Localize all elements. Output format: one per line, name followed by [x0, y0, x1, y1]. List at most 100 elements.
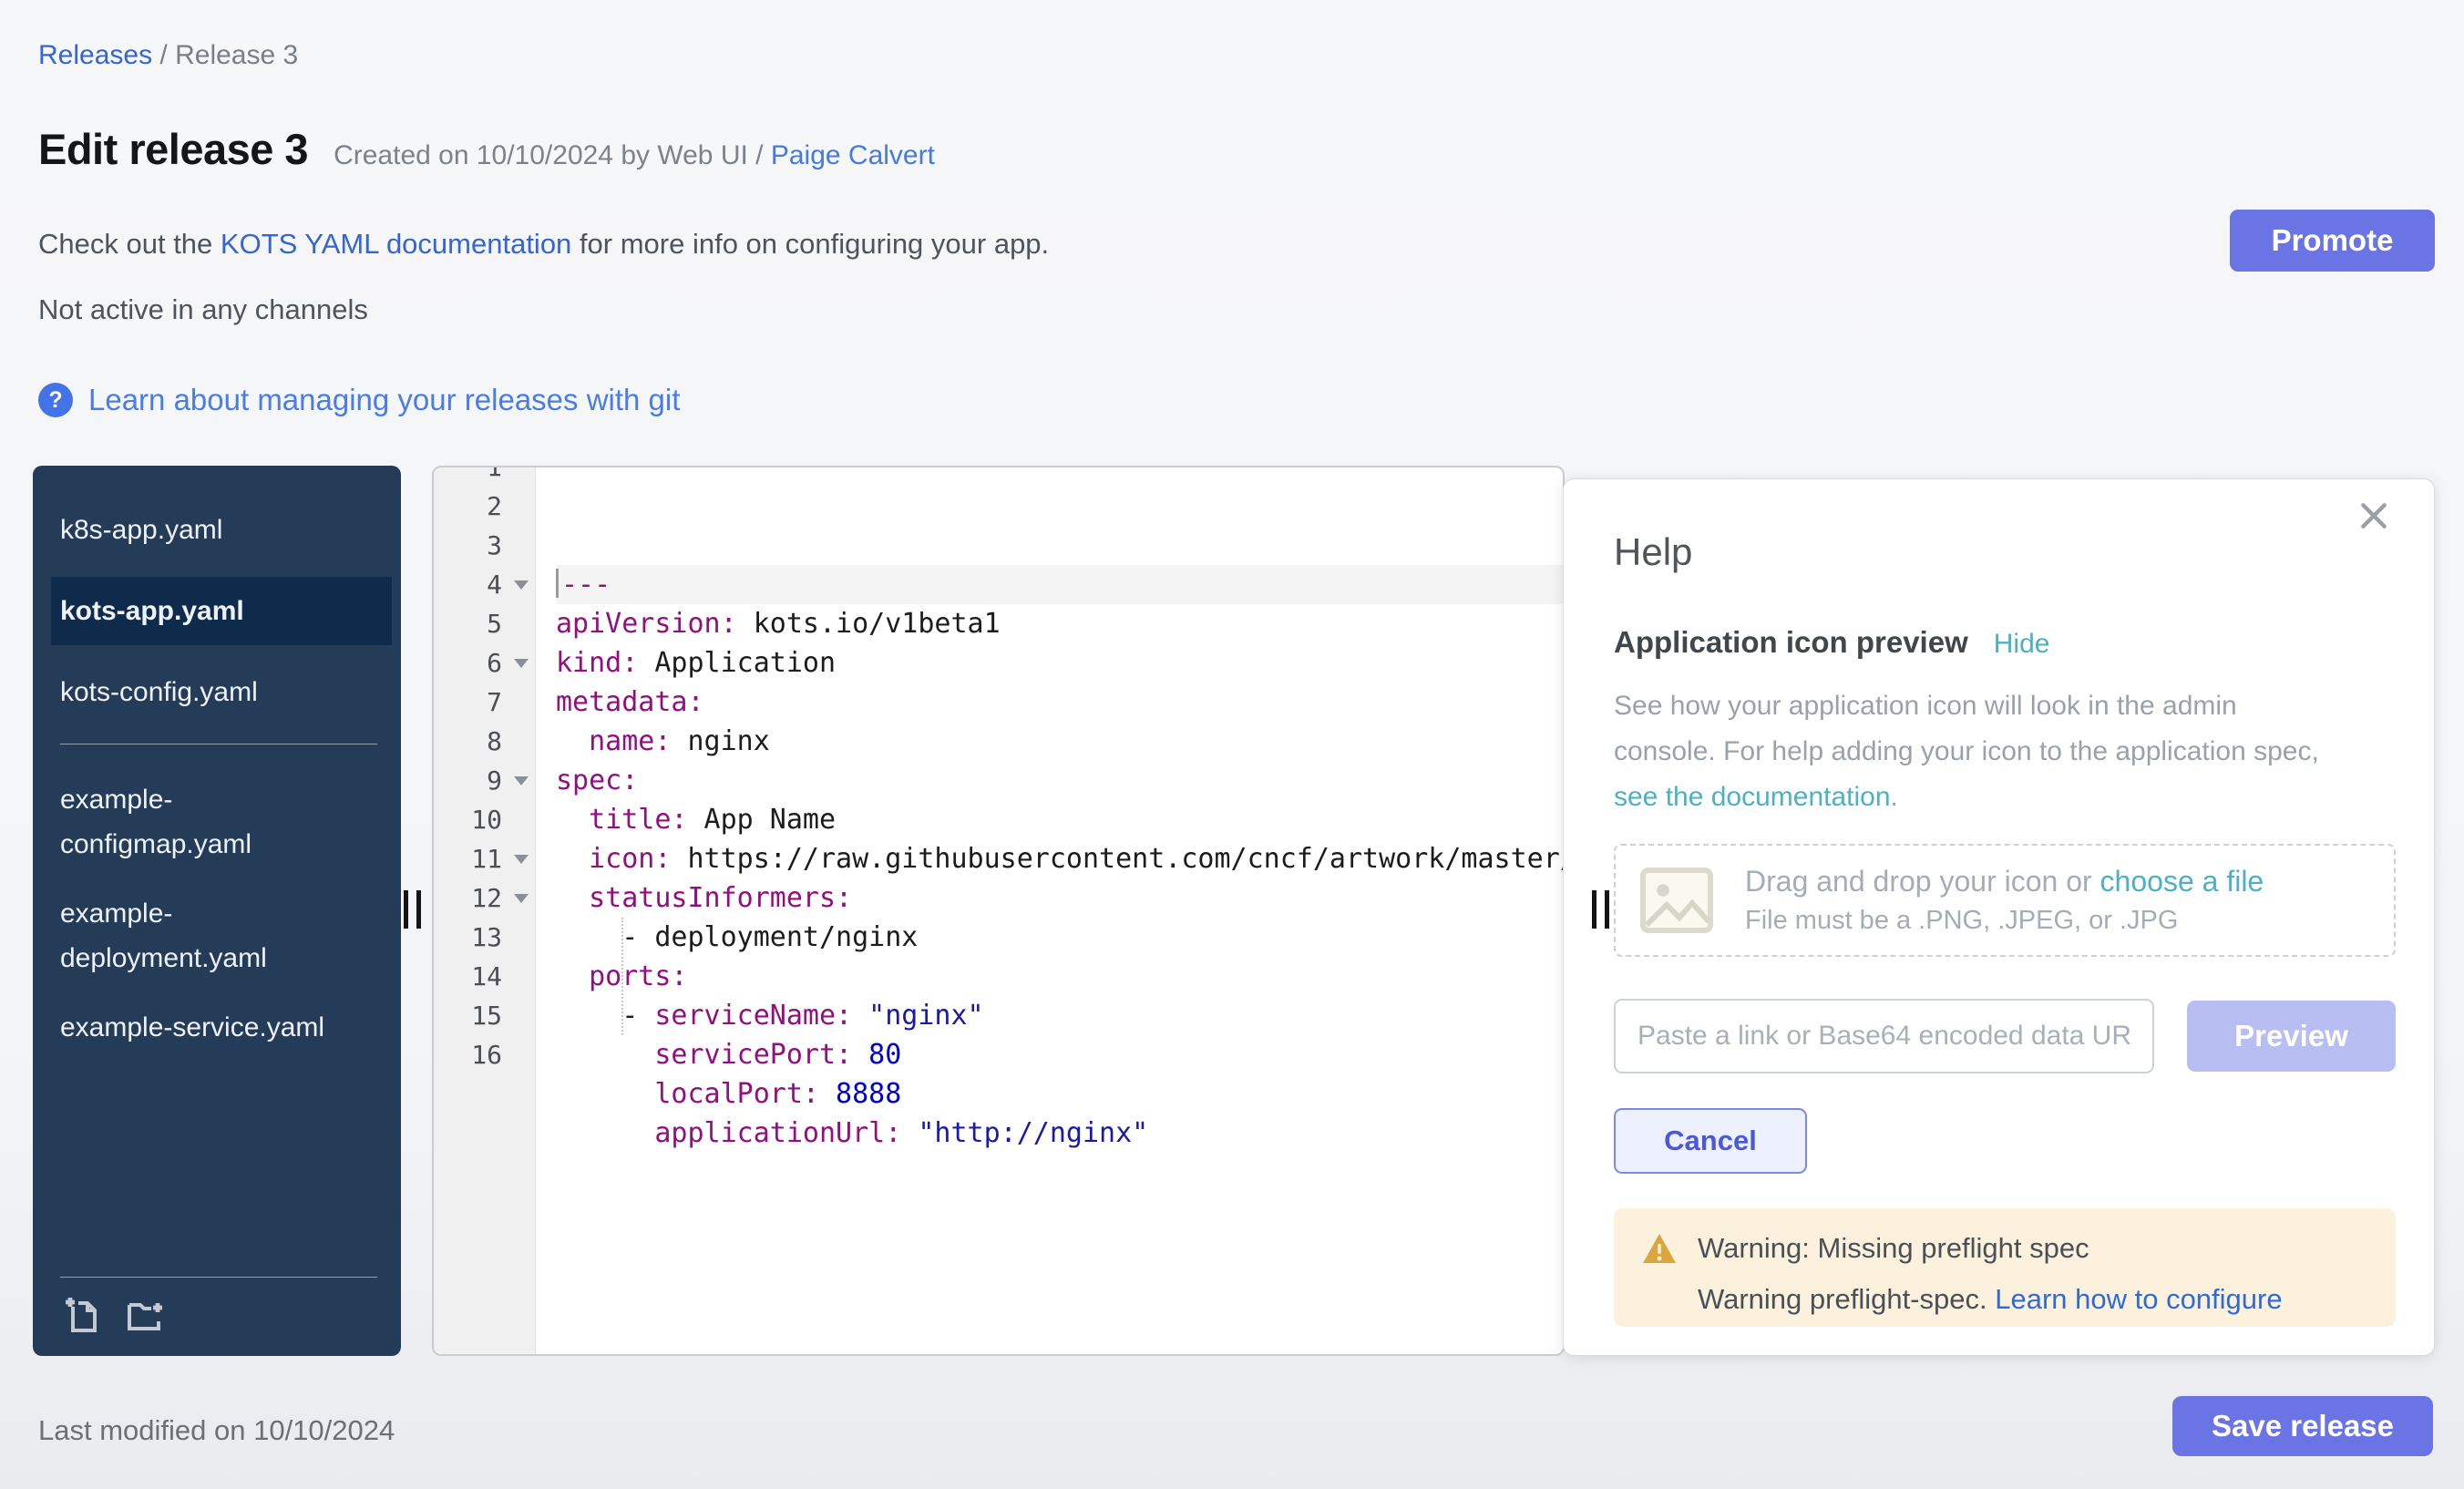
kots-docs-link[interactable]: KOTS YAML documentation — [221, 228, 571, 260]
breadcrumb-current: Release 3 — [175, 40, 298, 70]
fold-arrow-icon[interactable] — [514, 776, 529, 786]
pane-resize-handle-right[interactable] — [1592, 890, 1609, 929]
created-author-link[interactable]: Paige Calvert — [771, 140, 935, 170]
preview-button[interactable]: Preview — [2187, 1001, 2396, 1072]
last-modified: Last modified on 10/10/2024 — [38, 1414, 395, 1447]
docs-line: Check out the KOTS YAML documentation fo… — [38, 228, 1049, 261]
gutter-row: 16 — [434, 1035, 535, 1074]
code-line: metadata: — [556, 683, 1563, 722]
save-release-button[interactable]: Save release — [2172, 1396, 2433, 1456]
file-item[interactable]: k8s-app.yaml — [60, 508, 352, 552]
configure-link[interactable]: Learn how to configure — [1995, 1283, 2282, 1315]
page-title: Edit release 3 — [38, 124, 308, 174]
choose-file-link[interactable]: choose a file — [2100, 865, 2264, 898]
fold-arrow-icon[interactable] — [514, 894, 529, 903]
yaml-editor[interactable]: 12345678910111213141516 ---apiVersion: k… — [432, 466, 1565, 1356]
created-info: Created on 10/10/2024 by Web UI / Paige … — [334, 140, 935, 171]
title-row: Edit release 3 Created on 10/10/2024 by … — [38, 124, 935, 174]
gutter-row: 7 — [434, 683, 535, 722]
gutter-row: 10 — [434, 800, 535, 839]
warning-detail: Warning preflight-spec. Learn how to con… — [1698, 1283, 2370, 1316]
fold-arrow-icon[interactable] — [514, 580, 529, 590]
created-text: Created on 10/10/2024 by Web UI / — [334, 140, 771, 170]
text-cursor — [556, 569, 559, 598]
close-icon[interactable] — [2356, 498, 2392, 534]
docs-prefix: Check out the — [38, 228, 221, 260]
channels-status: Not active in any channels — [38, 293, 368, 326]
gutter-row: 1 — [434, 466, 535, 487]
code-line: - serviceName: "nginx" — [556, 996, 1563, 1035]
icon-preview-description: See how your application icon will look … — [1614, 683, 2397, 820]
dropzone-prefix: Drag and drop your icon or — [1745, 865, 2100, 898]
file-item[interactable]: kots-app.yaml — [51, 577, 392, 645]
help-title: Help — [1614, 530, 2396, 574]
breadcrumb-separator: / — [159, 40, 175, 70]
file-item[interactable]: kots-config.yaml — [60, 670, 352, 714]
gutter-row: 9 — [434, 761, 535, 800]
fold-arrow-icon[interactable] — [514, 855, 529, 864]
icon-url-input[interactable] — [1614, 999, 2154, 1073]
fold-arrow-icon[interactable] — [514, 659, 529, 668]
image-placeholder-icon — [1639, 867, 1714, 934]
gutter-row: 3 — [434, 526, 535, 565]
see-docs-link[interactable]: see the documentation — [1614, 782, 1891, 812]
dropzone-hint: File must be a .PNG, .JPEG, or .JPG — [1745, 906, 2264, 936]
indent-guide — [621, 918, 623, 1035]
new-folder-icon[interactable] — [124, 1292, 168, 1336]
git-learn-link[interactable]: Learn about managing your releases with … — [88, 383, 680, 417]
cancel-button[interactable]: Cancel — [1614, 1108, 1807, 1174]
help-panel: Help Application icon preview Hide See h… — [1563, 478, 2435, 1356]
gutter-row: 11 — [434, 839, 535, 878]
icon-dropzone[interactable]: Drag and drop your icon or choose a file… — [1614, 844, 2396, 957]
warning-icon — [1641, 1232, 1678, 1265]
dropzone-text: Drag and drop your icon or choose a file — [1745, 865, 2264, 899]
description-line: see the documentation. — [1614, 775, 2397, 820]
code-line: servicePort: 80 — [556, 1035, 1563, 1074]
icon-preview-title: Application icon preview — [1614, 625, 1968, 660]
code-line: icon: https://raw.githubusercontent.com/… — [556, 839, 1563, 878]
docs-suffix: for more info on configuring your app. — [571, 228, 1049, 260]
code-line: kind: Application — [556, 643, 1563, 683]
gutter-row: 5 — [434, 604, 535, 643]
description-period: . — [1891, 782, 1898, 812]
code-line: name: nginx — [556, 722, 1563, 761]
file-list: k8s-app.yaml kots-app.yaml kots-config.yam… — [33, 466, 401, 1050]
code-line: statusInformers: — [556, 878, 1563, 918]
editor-gutter: 12345678910111213141516 — [434, 466, 536, 1356]
code-line: applicationUrl: "http://nginx" — [556, 1114, 1563, 1153]
file-sidebar: k8s-app.yaml kots-app.yaml kots-config.yam… — [33, 466, 401, 1356]
breadcrumb: Releases / Release 3 — [38, 40, 298, 71]
warning-detail-text: Warning preflight-spec. — [1698, 1283, 1995, 1315]
warning-banner: Warning: Missing preflight spec Warning … — [1614, 1208, 2396, 1327]
file-item[interactable]: example-configmap.yaml — [60, 777, 352, 867]
gutter-row: 12 — [434, 878, 535, 918]
pane-resize-handle-left[interactable] — [404, 890, 421, 929]
description-line: console. For help adding your icon to th… — [1614, 729, 2397, 775]
code-line: --- — [556, 565, 1563, 604]
gutter-row: 15 — [434, 996, 535, 1035]
hide-link[interactable]: Hide — [1994, 629, 2050, 660]
file-item[interactable]: example-deployment.yaml — [60, 891, 352, 981]
code-line: spec: — [556, 761, 1563, 800]
gutter-row: 4 — [434, 565, 535, 604]
warning-title: Warning: Missing preflight spec — [1698, 1232, 2089, 1265]
code-line: localPort: 8888 — [556, 1074, 1563, 1114]
sidebar-bottom — [60, 1277, 377, 1341]
new-file-icon[interactable] — [60, 1292, 104, 1336]
code-line: - deployment/nginx — [556, 918, 1563, 957]
gutter-row: 2 — [434, 487, 535, 526]
promote-button[interactable]: Promote — [2230, 210, 2435, 272]
code-line — [556, 1153, 1563, 1192]
file-item[interactable]: example-service.yaml — [60, 1005, 352, 1050]
breadcrumb-link-releases[interactable]: Releases — [38, 40, 152, 70]
gutter-row: 8 — [434, 722, 535, 761]
sidebar-bottom-divider — [60, 1277, 377, 1278]
code-area[interactable]: ---apiVersion: kots.io/v1beta1kind: Appl… — [536, 466, 1563, 1356]
gutter-row: 14 — [434, 957, 535, 996]
description-line: See how your application icon will look … — [1614, 683, 2397, 729]
question-circle-icon: ? — [38, 383, 73, 417]
code-line: ports: — [556, 957, 1563, 996]
gutter-row: 6 — [434, 643, 535, 683]
code-line: apiVersion: kots.io/v1beta1 — [556, 604, 1563, 643]
git-learn-row[interactable]: ? Learn about managing your releases wit… — [38, 383, 680, 417]
